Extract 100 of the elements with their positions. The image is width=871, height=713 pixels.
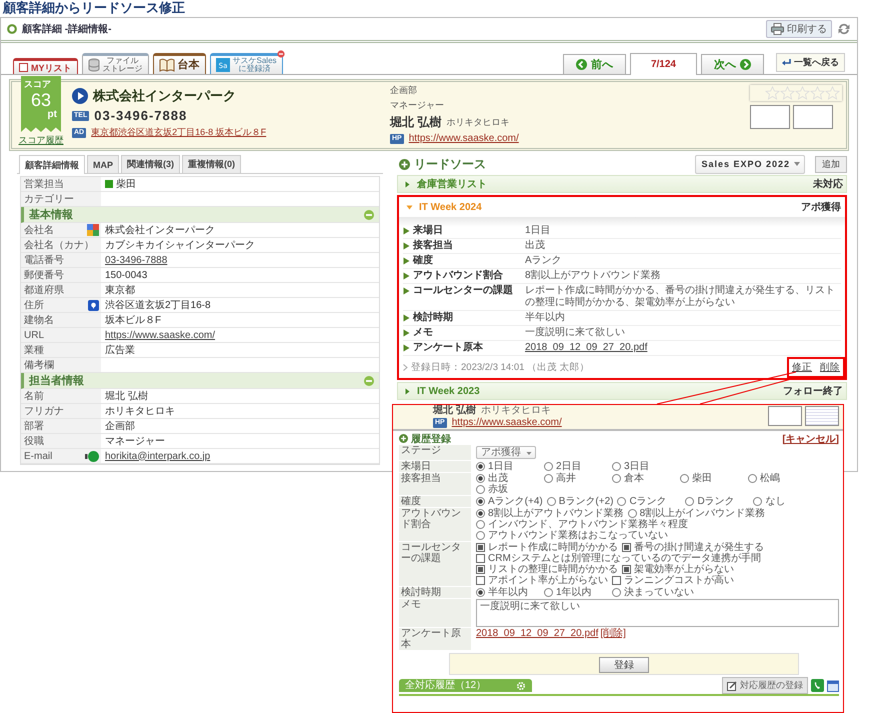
address-link[interactable]: 東京都渋谷区道玄坂2丁目16-8 坂本ビル８F: [91, 126, 266, 139]
detail-tab[interactable]: 重複情報(0): [182, 155, 241, 173]
radio-button[interactable]: [617, 497, 626, 506]
score-history-link[interactable]: スコア履歴: [18, 134, 64, 147]
radio-option[interactable]: 柴田: [680, 473, 744, 484]
remove-badge-icon[interactable]: [276, 50, 285, 58]
checkbox[interactable]: [622, 565, 631, 574]
radio-option[interactable]: 1年以内: [544, 587, 608, 598]
register-button[interactable]: 登録: [599, 657, 649, 673]
file-link[interactable]: 2018_09_12_09_27_20.pdf: [476, 628, 598, 639]
radio-option[interactable]: 松嶋: [748, 473, 812, 484]
add-history-button[interactable]: 対応履歴の登録: [722, 677, 808, 694]
memo-textarea[interactable]: 一度説明に来て欲しい: [476, 599, 839, 627]
checkbox[interactable]: [476, 554, 485, 563]
field-link[interactable]: https://www.saaske.com/: [105, 330, 216, 340]
radio-option[interactable]: 決まっていない: [612, 587, 694, 598]
nav-tab[interactable]: 7/124: [630, 53, 697, 75]
print-button[interactable]: 印刷する: [766, 20, 832, 38]
website-link[interactable]: https://www.saaske.com/: [408, 133, 519, 144]
radio-option[interactable]: 半年以内: [476, 587, 540, 598]
checkbox-option[interactable]: 番号の掛け間違えが発生する: [622, 542, 764, 553]
radio-option[interactable]: 高井: [544, 473, 608, 484]
radio-option[interactable]: Dランク: [685, 496, 750, 507]
detail-tab[interactable]: 顧客詳細情報: [19, 155, 85, 174]
radio-button[interactable]: [612, 462, 621, 471]
nav-tab[interactable]: 次へ: [701, 54, 764, 74]
radio-option[interactable]: 1日目: [476, 461, 540, 472]
dropdown[interactable]: Sales EXPO 2022: [695, 154, 805, 174]
star-icon[interactable]: [825, 86, 840, 100]
detail-tab[interactable]: 関連情報(3): [121, 155, 180, 173]
checkbox-option[interactable]: アポイント率が上がらない: [476, 575, 608, 586]
checkbox[interactable]: [612, 576, 621, 585]
file-link[interactable]: 2018_09_12_09_27_20.pdf: [525, 342, 841, 354]
checkbox-option[interactable]: 架電効率が上がらない: [622, 564, 734, 575]
radio-button[interactable]: [544, 462, 553, 471]
round-icon[interactable]: [85, 450, 99, 462]
star-icon[interactable]: [780, 86, 795, 100]
radio-option[interactable]: 3日目: [612, 461, 676, 472]
calendar-icon[interactable]: [827, 679, 839, 692]
star-icon[interactable]: [765, 86, 780, 100]
collapse-icon[interactable]: [364, 376, 374, 386]
radio-button[interactable]: [476, 531, 485, 540]
radio-option[interactable]: アウトバウンド業務はおこなっていない: [476, 530, 668, 541]
radio-button[interactable]: [544, 588, 553, 597]
action-link[interactable]: 修正: [792, 361, 812, 374]
dropdown[interactable]: アポ獲得: [476, 446, 536, 459]
toolbar-tab[interactable]: MYリスト: [13, 58, 78, 74]
toolbar-tab[interactable]: ファイル ストレージ: [82, 53, 148, 74]
checkbox-option[interactable]: CRMシステムとは別管理になっているのでデータ連携が手間: [476, 553, 761, 564]
add-button[interactable]: 追加: [815, 156, 847, 172]
radio-button[interactable]: [476, 497, 485, 506]
radio-button[interactable]: [476, 474, 485, 483]
star-icon[interactable]: [810, 86, 825, 100]
checkbox[interactable]: [19, 63, 28, 72]
radio-option[interactable]: Cランク: [617, 496, 682, 507]
radio-option[interactable]: 8割以上がインバウンド業務: [628, 508, 766, 519]
radio-button[interactable]: [476, 588, 485, 597]
radio-button[interactable]: [748, 474, 757, 483]
detail-tab[interactable]: MAP: [87, 155, 119, 173]
field-link[interactable]: 03-3496-7888: [105, 254, 168, 266]
lead-source-header[interactable]: 倉庫営業リスト 未対応: [397, 175, 847, 193]
radio-button[interactable]: [612, 474, 621, 483]
radio-button[interactable]: [476, 462, 485, 471]
cancel-link[interactable]: [キャンセル]: [782, 432, 839, 446]
back-to-list-button[interactable]: 一覧へ戻る: [776, 53, 845, 72]
multicolor-icon[interactable]: [87, 224, 99, 236]
radio-option[interactable]: 赤坂: [476, 484, 540, 495]
radio-option[interactable]: 倉本: [612, 473, 676, 484]
toolbar-tab[interactable]: 台本: [152, 53, 206, 74]
refresh-icon[interactable]: [837, 22, 851, 36]
radio-option[interactable]: インバウンド、アウトバウンド業務半々程度: [476, 519, 688, 530]
radio-button[interactable]: [476, 520, 485, 529]
checkbox[interactable]: [476, 565, 485, 574]
play-icon[interactable]: [72, 88, 88, 104]
checkbox[interactable]: [476, 543, 485, 552]
radio-button[interactable]: [476, 485, 485, 494]
radio-option[interactable]: なし: [753, 496, 818, 507]
radio-button[interactable]: [628, 509, 637, 518]
radio-button[interactable]: [753, 497, 762, 506]
action-link[interactable]: 削除: [820, 361, 840, 374]
delete-link[interactable]: [削除]: [600, 628, 626, 639]
radio-option[interactable]: 8割以上がアウトバウンド業務: [476, 508, 624, 519]
map-pin-icon[interactable]: [88, 300, 99, 310]
radio-option[interactable]: 出茂: [476, 473, 540, 484]
field-link[interactable]: horikita@interpark.co.jp: [105, 450, 210, 462]
phone-icon[interactable]: [811, 679, 824, 692]
radio-button[interactable]: [476, 509, 485, 518]
radio-button[interactable]: [544, 474, 553, 483]
radio-button[interactable]: [685, 497, 694, 506]
checkbox-option[interactable]: ランニングコストが高い: [612, 575, 734, 586]
radio-button[interactable]: [680, 474, 689, 483]
checkbox[interactable]: [622, 543, 631, 552]
star-icon[interactable]: [795, 86, 810, 100]
radio-option[interactable]: Aランク(+4): [476, 496, 543, 507]
checkbox-option[interactable]: リストの整理に時間がかかる: [476, 564, 618, 575]
checkbox-option[interactable]: レポート作成に時間がかかる: [476, 542, 618, 553]
nav-tab[interactable]: 前へ: [562, 54, 626, 74]
radio-option[interactable]: Bランク(+2): [546, 496, 614, 507]
radio-button[interactable]: [612, 588, 621, 597]
radio-option[interactable]: 2日目: [544, 461, 608, 472]
